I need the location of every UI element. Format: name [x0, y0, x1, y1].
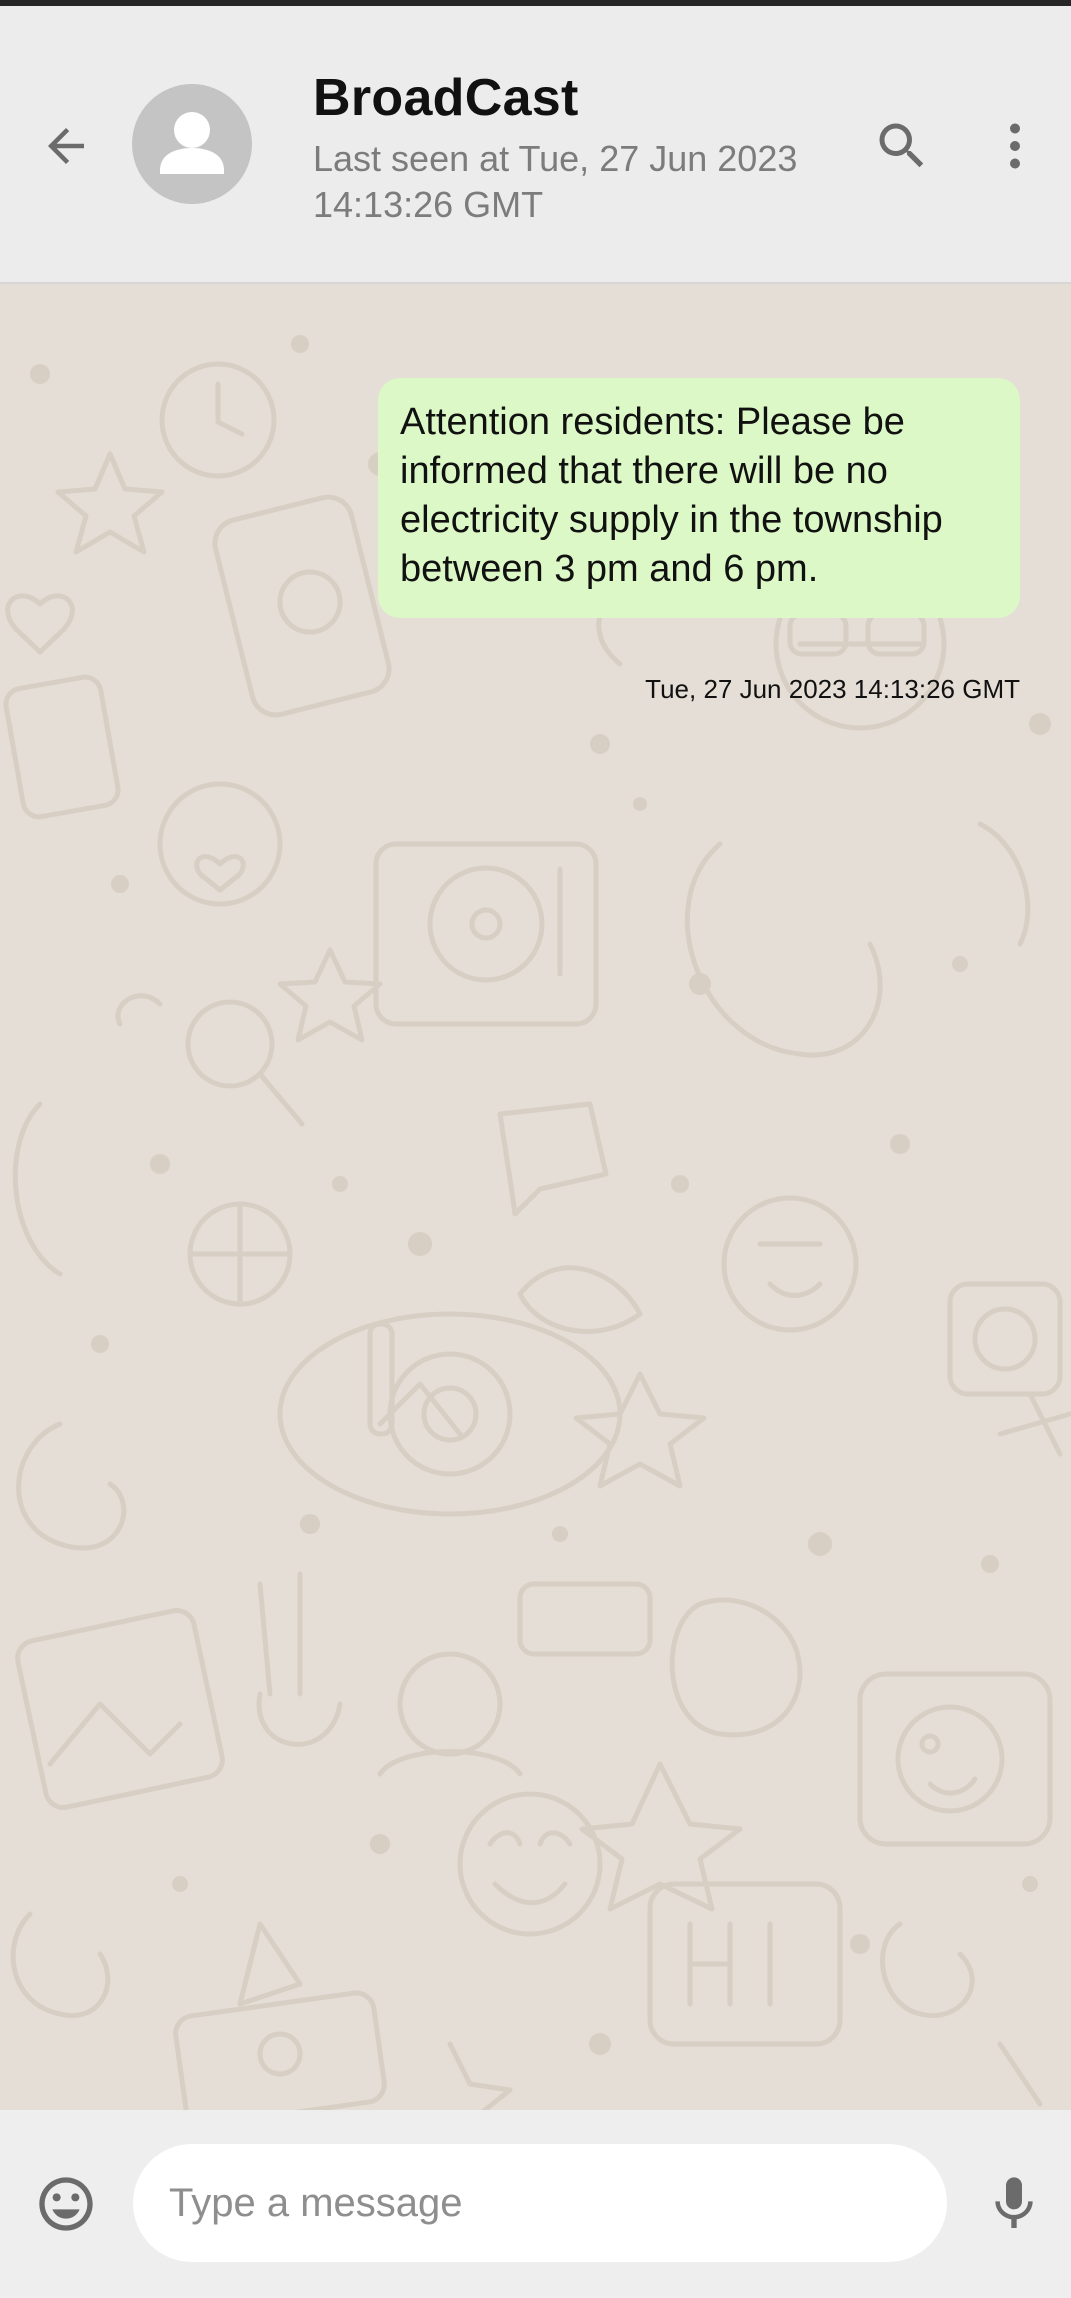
- more-vertical-icon: [1010, 123, 1020, 169]
- arrow-back-icon: [48, 128, 84, 164]
- avatar[interactable]: [132, 84, 252, 204]
- back-button[interactable]: [34, 114, 98, 178]
- person-icon: [160, 112, 224, 174]
- message-input[interactable]: [133, 2144, 947, 2262]
- more-options-button[interactable]: [985, 116, 1045, 176]
- composer-bar: [0, 2110, 1071, 2298]
- message-bubble-outgoing[interactable]: Attention residents: Please be informed …: [378, 378, 1020, 618]
- emoji-button[interactable]: [32, 2170, 100, 2238]
- search-icon: [879, 123, 924, 168]
- chat-title[interactable]: BroadCast Last seen at Tue, 27 Jun 2023 …: [313, 66, 853, 228]
- mic-icon: [995, 2177, 1033, 2228]
- contact-name: BroadCast: [313, 69, 579, 127]
- emoji-icon: [39, 2177, 93, 2231]
- mic-button[interactable]: [980, 2170, 1048, 2238]
- message-text: Attention residents: Please be informed …: [400, 401, 943, 590]
- chat-header: BroadCast Last seen at Tue, 27 Jun 2023 …: [0, 6, 1071, 284]
- search-button[interactable]: [872, 116, 932, 176]
- last-seen-status: Last seen at Tue, 27 Jun 2023 14:13:26 G…: [313, 138, 798, 225]
- message-timestamp: Tue, 27 Jun 2023 14:13:26 GMT: [645, 674, 1020, 704]
- message-list[interactable]: Attention residents: Please be informed …: [0, 284, 1071, 2110]
